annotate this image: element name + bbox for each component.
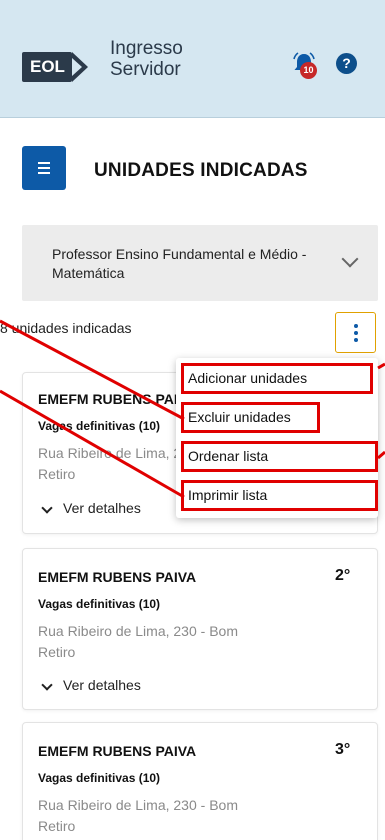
card-vagas: Vagas definitivas (10) — [38, 597, 161, 611]
app-title: Ingresso Servidor — [110, 38, 183, 80]
card-vagas: Vagas definitivas (10) — [38, 771, 161, 785]
more-options-button[interactable] — [335, 312, 376, 353]
card-school: EMEFM RUBENS PAIVA — [38, 743, 197, 759]
menu-item-delete-units[interactable]: Excluir unidades — [181, 402, 320, 433]
position-select-value: Professor Ensino Fundamental e Médio - M… — [52, 246, 307, 281]
card-address: Rua Ribeiro de Lima, 230 - Bom Retiro — [38, 797, 238, 834]
menu-item-print-list[interactable]: Imprimir lista — [181, 480, 378, 511]
help-icon[interactable]: ? — [336, 53, 357, 74]
details-label: Ver detalhes — [63, 677, 141, 693]
notification-badge: 10 — [300, 62, 317, 79]
chevron-down-icon — [41, 502, 53, 514]
card-rank: 2° — [335, 567, 351, 584]
details-toggle[interactable]: Ver detalhes — [38, 500, 141, 516]
card-school: EMEFM RUBENS PAIVA — [38, 391, 197, 407]
logo-arrow-inner — [72, 58, 82, 76]
hamburger-menu-button[interactable] — [22, 146, 66, 190]
annotation-line — [377, 362, 385, 370]
eol-logo[interactable]: EOL — [22, 52, 72, 82]
card-vagas: Vagas definitivas (10) — [38, 419, 161, 433]
page-title: UNIDADES INDICADAS — [94, 160, 308, 181]
details-label: Ver detalhes — [63, 500, 141, 516]
app-header: EOL Ingresso Servidor 10 ? — [0, 0, 385, 118]
details-toggle[interactable]: Ver detalhes — [38, 677, 141, 693]
chevron-down-icon — [41, 679, 53, 691]
units-count: 8 unidades indicadas — [0, 320, 132, 336]
chevron-down-icon — [341, 250, 359, 268]
unit-card: EMEFM RUBENS PAIVA 3° Vagas definitivas … — [22, 722, 378, 840]
card-rank: 3° — [335, 741, 351, 758]
annotation-line — [377, 450, 385, 460]
card-address: Rua Ribeiro de Lima, 230 - Bom Retiro — [38, 623, 238, 660]
position-select[interactable]: Professor Ensino Fundamental e Médio - M… — [22, 225, 378, 301]
logo-text: EOL — [30, 57, 65, 76]
menu-item-sort-list[interactable]: Ordenar lista — [181, 441, 378, 472]
card-school: EMEFM RUBENS PAIVA — [38, 569, 197, 585]
menu-item-add-units[interactable]: Adicionar unidades — [181, 363, 373, 394]
unit-card: EMEFM RUBENS PAIVA 2° Vagas definitivas … — [22, 548, 378, 710]
